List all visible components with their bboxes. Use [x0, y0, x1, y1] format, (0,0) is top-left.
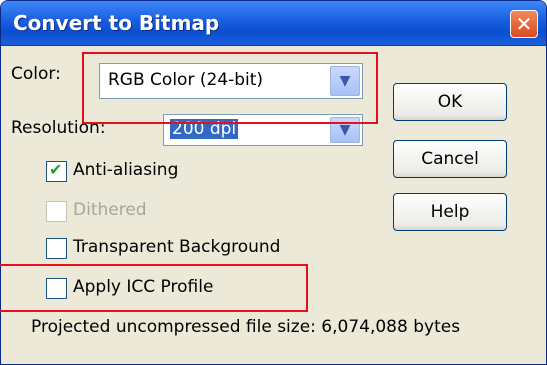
anti-aliasing-checkbox[interactable]: ✔: [46, 160, 67, 182]
dithered-label: Dithered: [73, 200, 147, 220]
highlight-box-color: [82, 52, 378, 124]
title-bar[interactable]: Convert to Bitmap ✕: [1, 1, 546, 46]
cancel-button[interactable]: Cancel: [393, 140, 507, 178]
close-icon[interactable]: ✕: [510, 10, 538, 38]
transparent-background-label: Transparent Background: [73, 237, 281, 257]
file-size-text: Projected uncompressed file size: 6,074,…: [31, 317, 461, 337]
checkmark-icon: ✔: [49, 160, 63, 179]
dialog-title: Convert to Bitmap: [13, 11, 220, 35]
dithered-checkbox[interactable]: [46, 201, 67, 222]
transparent-background-checkbox[interactable]: [46, 238, 67, 259]
highlight-box-icc-profile: [0, 264, 308, 312]
color-label: Color:: [11, 64, 61, 84]
ok-button[interactable]: OK: [393, 83, 507, 121]
help-button[interactable]: Help: [393, 193, 507, 231]
anti-aliasing-label: Anti-aliasing: [73, 160, 179, 180]
